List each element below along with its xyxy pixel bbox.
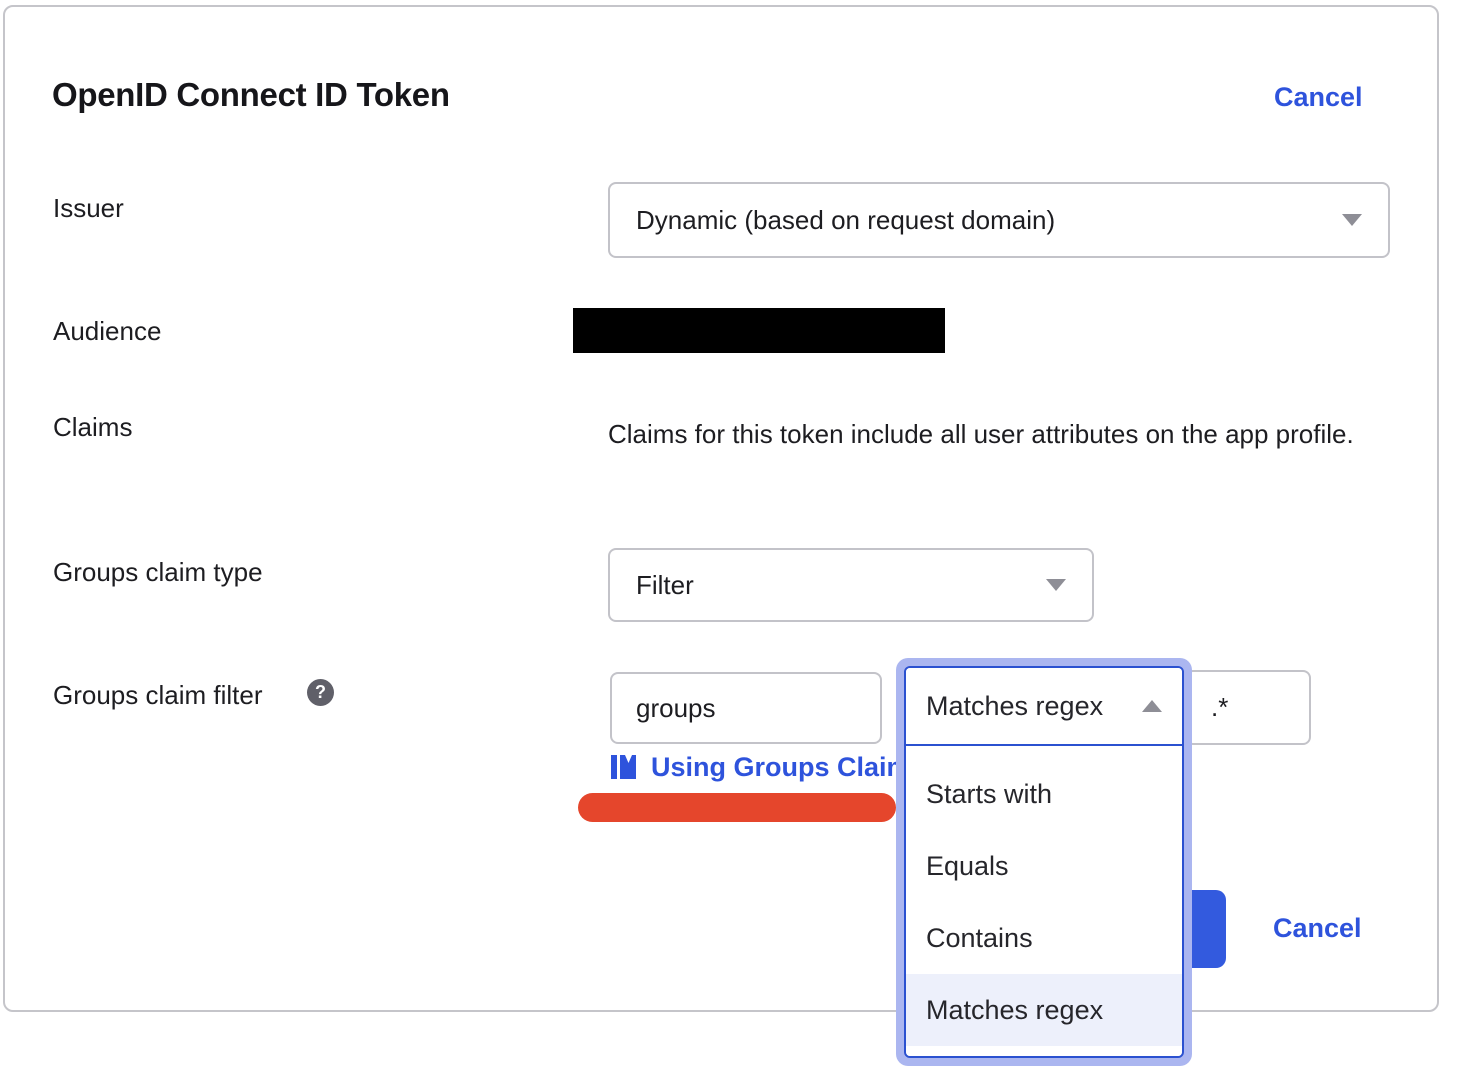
using-groups-claim-link-label: Using Groups Claim: [651, 752, 911, 783]
claims-description: Claims for this token include all user a…: [608, 410, 1380, 458]
chevron-down-icon: [1046, 579, 1066, 591]
groups-claim-type-select[interactable]: Filter: [608, 548, 1094, 622]
settings-card: [3, 5, 1439, 1012]
operator-select[interactable]: Matches regex: [906, 668, 1182, 746]
issuer-label: Issuer: [53, 193, 124, 224]
book-icon: [610, 753, 637, 782]
operator-option-list: Starts with Equals Contains Matches rege…: [906, 746, 1182, 1058]
issuer-select[interactable]: Dynamic (based on request domain): [608, 182, 1390, 258]
operator-dropdown-inner: Matches regex Starts with Equals Contain…: [904, 666, 1184, 1058]
operator-option-contains[interactable]: Contains: [906, 902, 1182, 974]
groups-claim-type-label: Groups claim type: [53, 557, 263, 588]
red-highlight-annotation: [578, 793, 896, 822]
groups-claim-name-input[interactable]: [610, 672, 882, 744]
operator-option-starts-with[interactable]: Starts with: [906, 758, 1182, 830]
groups-claim-regex-input[interactable]: [1185, 670, 1311, 745]
cancel-link-bottom[interactable]: Cancel: [1273, 913, 1362, 944]
issuer-select-value: Dynamic (based on request domain): [636, 205, 1055, 236]
groups-claim-type-value: Filter: [636, 570, 694, 601]
audience-redacted-value: [573, 308, 945, 353]
operator-option-matches-regex[interactable]: Matches regex: [906, 974, 1182, 1046]
cancel-link-top[interactable]: Cancel: [1274, 82, 1363, 113]
page-title: OpenID Connect ID Token: [52, 76, 450, 114]
openid-token-panel: OpenID Connect ID Token Cancel Issuer Dy…: [0, 0, 1472, 1070]
chevron-down-icon: [1342, 214, 1362, 226]
operator-select-value: Matches regex: [926, 691, 1103, 722]
operator-dropdown: Matches regex Starts with Equals Contain…: [896, 658, 1192, 1066]
help-icon[interactable]: ?: [307, 679, 334, 706]
audience-label: Audience: [53, 316, 161, 347]
using-groups-claim-link[interactable]: Using Groups Claim: [610, 752, 911, 783]
groups-claim-filter-label: Groups claim filter: [53, 680, 263, 711]
chevron-up-icon: [1142, 700, 1162, 712]
operator-option-equals[interactable]: Equals: [906, 830, 1182, 902]
claims-label: Claims: [53, 412, 132, 443]
